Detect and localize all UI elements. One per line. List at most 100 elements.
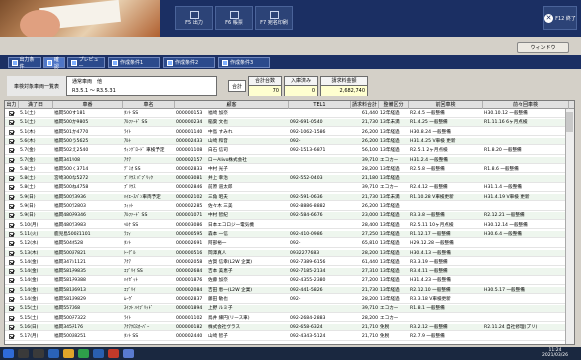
excel-icon[interactable] (78, 349, 89, 358)
cell-amount: 28,400 (361, 222, 378, 228)
table-row[interactable]: 5.14(金) 福岡581ﾁ9835 ｴﾌﾞﾘｲ SS 000002684 吉本 美恵子… (5, 268, 574, 276)
cell-prev: R3.3.8 一般整備 (410, 213, 445, 219)
cell-prev: R2.7.9 一般整備 (410, 334, 445, 340)
exit-button[interactable]: ✕ F12 終了 (543, 6, 577, 30)
tab-create-condition-2[interactable]: 作成条件2 (163, 57, 215, 68)
browser-icon[interactable] (48, 349, 59, 358)
app-icon[interactable] (108, 349, 119, 358)
row-checkbox[interactable] (9, 111, 14, 116)
row-checkbox[interactable] (9, 157, 14, 163)
tab-create-condition-3[interactable]: 作成条件3 (218, 57, 270, 68)
row-checkbox[interactable] (9, 120, 14, 126)
cell-customer: 井上 幸治 (208, 176, 228, 182)
row-checkbox[interactable] (9, 222, 14, 228)
row-checkbox[interactable] (9, 213, 14, 219)
tab-confirm[interactable]: 確認 (43, 57, 65, 70)
table-row[interactable]: 5.8(土) 福岡500ね4758 ﾌﾟﾘｳｽ 000002846 前原 道太郎 39,7… (5, 184, 574, 192)
column-header[interactable]: 前回車検 (409, 101, 483, 109)
table-row[interactable]: 5.15(土) 福岡500ﾁ7322 ﾗｲﾄ 000001102 鳥井 練円(リース車)… (5, 315, 574, 323)
window-dropdown[interactable]: ウィンドウ (517, 42, 569, 53)
cell-plate: 鹿児島500ﾇ1101 (54, 231, 91, 237)
cell-plate: 福岡500ﾗ2803 (54, 204, 86, 209)
row-checkbox[interactable] (9, 148, 14, 154)
column-header[interactable]: 車名 (123, 101, 175, 109)
report-vehicle-type: 通常車両 他 (72, 79, 103, 85)
word-icon[interactable] (93, 349, 104, 358)
row-checkbox[interactable] (9, 250, 14, 256)
column-header[interactable]: 出力 (5, 101, 19, 109)
table-row[interactable]: 5.16(日) 福岡345ﾁ176 ｱｸｱｸﾛｽｵｰﾊﾞｰ 000000182 株式会社… (5, 323, 574, 332)
row-checkbox[interactable] (9, 138, 14, 144)
table-row[interactable]: 5.14(金) 福岡347ｼ1121 ｱｸｱ 000002058 古賀 信幸(L2W 企… (5, 259, 574, 267)
cell-plate: 福岡500ﾁ7322 (54, 315, 86, 321)
row-checkbox[interactable] (9, 259, 14, 265)
row-checkbox[interactable] (9, 278, 14, 284)
cell-prev2: H30.6.4 一般整備 (484, 231, 522, 237)
row-checkbox[interactable] (9, 241, 14, 247)
table-row[interactable]: 5.10(月) 福岡480ﾗ3983 ﾍﾙﾅ SS 000003086 日本エコロジー電… (5, 222, 574, 230)
column-header[interactable]: 満了日 (19, 101, 53, 109)
row-checkbox[interactable] (9, 297, 14, 302)
row-checkbox[interactable] (9, 324, 14, 330)
table-row[interactable]: 5.14(金) 福岡581ﾁ9388 ﾊｲｾﾞｯﾄ 000001876 佐藤 加奈 092… (5, 277, 574, 285)
table-row[interactable]: 5.8(土) 宮崎300な5272 ﾌﾟﾘｳｽ ﾊﾟﾌﾞﾘｯｸ 000003081 井上… (5, 175, 574, 183)
scrollbar-thumb[interactable] (566, 112, 573, 132)
cell-prev: R2.4.5 一般整備 (410, 111, 445, 116)
table-row[interactable]: 5.13(木) 福岡500ﾇ7821 ﾄｰﾃﾞﾙ 000000516 岡澤真人 09322… (5, 249, 574, 257)
row-checkbox[interactable] (9, 231, 14, 237)
cell-model: ﾑｰｳﾞ (124, 297, 134, 302)
column-header[interactable]: 請求料合計 (351, 101, 379, 109)
table-scrollbar[interactable] (565, 109, 574, 344)
cell-customer: 上野 ルミ子 (208, 306, 233, 312)
f6-report-button[interactable]: F6 帳票 (215, 6, 253, 30)
row-checkbox[interactable] (9, 315, 14, 321)
table-row[interactable]: 5.11(火) 鹿児島500ﾇ1101 ﾗﾌｨ 000000595 森本 一信 092-4… (5, 230, 574, 239)
column-header[interactable]: 整備区分 (379, 101, 409, 109)
start-icon[interactable] (3, 349, 14, 358)
column-header[interactable]: TEL1 (289, 101, 351, 109)
column-header[interactable]: 顧客 (175, 101, 289, 109)
table-row[interactable]: 5.17(月) 福岡500ﾇ8251 ﾀﾝﾄ SS 000002440 山崎 智子 092… (5, 333, 574, 341)
row-checkbox[interactable] (9, 287, 14, 293)
table-row[interactable]: 5.14(金) 福岡581ﾇ6913 ｴﾌﾞﾘｲ 000002084 吉田 恵一(L2W… (5, 286, 574, 295)
table-row[interactable]: 5.7(金) 福岡341ﾘ08 ｱｸｱ 000002157 ローAlivo株式会社 39,… (5, 156, 574, 164)
row-checkbox[interactable] (9, 306, 14, 312)
table-row[interactable]: 5.12(水) 福岡504ﾈ528 ﾀﾝﾄ 000002691 阿部裕一 092- 65,8… (5, 240, 574, 248)
table-row[interactable]: 5.9(日) 福岡500ﾗ2803 ﾌｨｯﾄ 000002285 佐々木 三美 092-8… (5, 203, 574, 211)
table-row[interactable]: 5.6(木) 福岡500う5625 ｱﾙﾄ 000002433 山崎 和音 092- 26,… (5, 137, 574, 146)
cell-tel: 092- (290, 297, 301, 302)
row-checkbox[interactable] (9, 269, 14, 275)
column-header[interactable]: 車番 (53, 101, 123, 109)
f5-output-label: F5 出力 (185, 19, 203, 26)
table-row[interactable]: 5.1(土) 福岡500す181 ﾀﾝﾄ SS 000000153 福崎 加奈 61,44… (5, 110, 574, 118)
cell-date: 5.9(日) (20, 194, 36, 200)
row-checkbox[interactable] (9, 185, 14, 191)
cell-customer: 中村 光子 (208, 166, 228, 172)
row-checkbox[interactable] (9, 334, 14, 340)
f7-address-print-button[interactable]: F7 宛名印刷 (255, 6, 293, 30)
tab-create-condition-1[interactable]: 作成条件1 (108, 57, 160, 68)
cell-prev: R1.4.25 一般整備 (410, 120, 448, 126)
table-row[interactable]: 5.9(日) 福岡480ﾁ9346 ｱﾙﾌｧｰﾄﾞ SS 000001071 中村 智紀… (5, 212, 574, 220)
search-icon[interactable] (18, 349, 29, 358)
row-checkbox[interactable] (9, 204, 14, 209)
cell-date: 5.1(木) (20, 129, 36, 135)
table-row[interactable]: 5.8(土) 福岡500く3714 ﾃﾞﾐｵ SS 000002833 中村 光子 28,… (5, 166, 574, 174)
app-window-icon[interactable] (123, 349, 134, 358)
row-checkbox[interactable] (9, 176, 14, 182)
folder-icon[interactable] (63, 349, 74, 358)
table-row[interactable]: 5.1(木) 福岡501か4770 ﾗｲﾄ 000001140 中島 すみれ 092-10… (5, 129, 574, 137)
table-row[interactable]: 5.7(金) 福岡502え2540 ｳｨﾝｸﾞﾛｰﾄﾞ 車検予定 000001108 白… (5, 147, 574, 155)
table-row[interactable]: 5.14(金) 福岡581ﾇ9829 ﾑｰｳﾞ 000002837 藤田 敏也 092- 2… (5, 296, 574, 304)
table-row[interactable]: 5.15(土) 福岡557ｽ68 ｽｲﾌﾄ ﾊｲﾌﾞﾘｯﾄﾞ 000001894 上野 … (5, 305, 574, 313)
table-row[interactable]: 5.9(日) 福岡500ﾗ3936 ﾊｲｴｰｽﾊﾞﾝ車両予定 000002102 三角 … (5, 193, 574, 202)
task-view-icon[interactable] (33, 349, 44, 358)
tab-preview[interactable]: プレビュー (67, 57, 105, 70)
tab-output-conditions[interactable]: 出力条件 (8, 57, 41, 70)
row-checkbox[interactable] (9, 194, 14, 200)
row-checkbox[interactable] (9, 129, 14, 135)
f5-output-button[interactable]: F5 出力 (175, 6, 213, 30)
table-row[interactable]: 5.1(土) 福岡500か9805 ｱﾙﾌｧｰﾄﾞ SS 000000234 稲葉 文也… (5, 119, 574, 127)
column-header[interactable]: 前々回車検 (483, 101, 569, 109)
row-checkbox[interactable] (9, 166, 14, 172)
